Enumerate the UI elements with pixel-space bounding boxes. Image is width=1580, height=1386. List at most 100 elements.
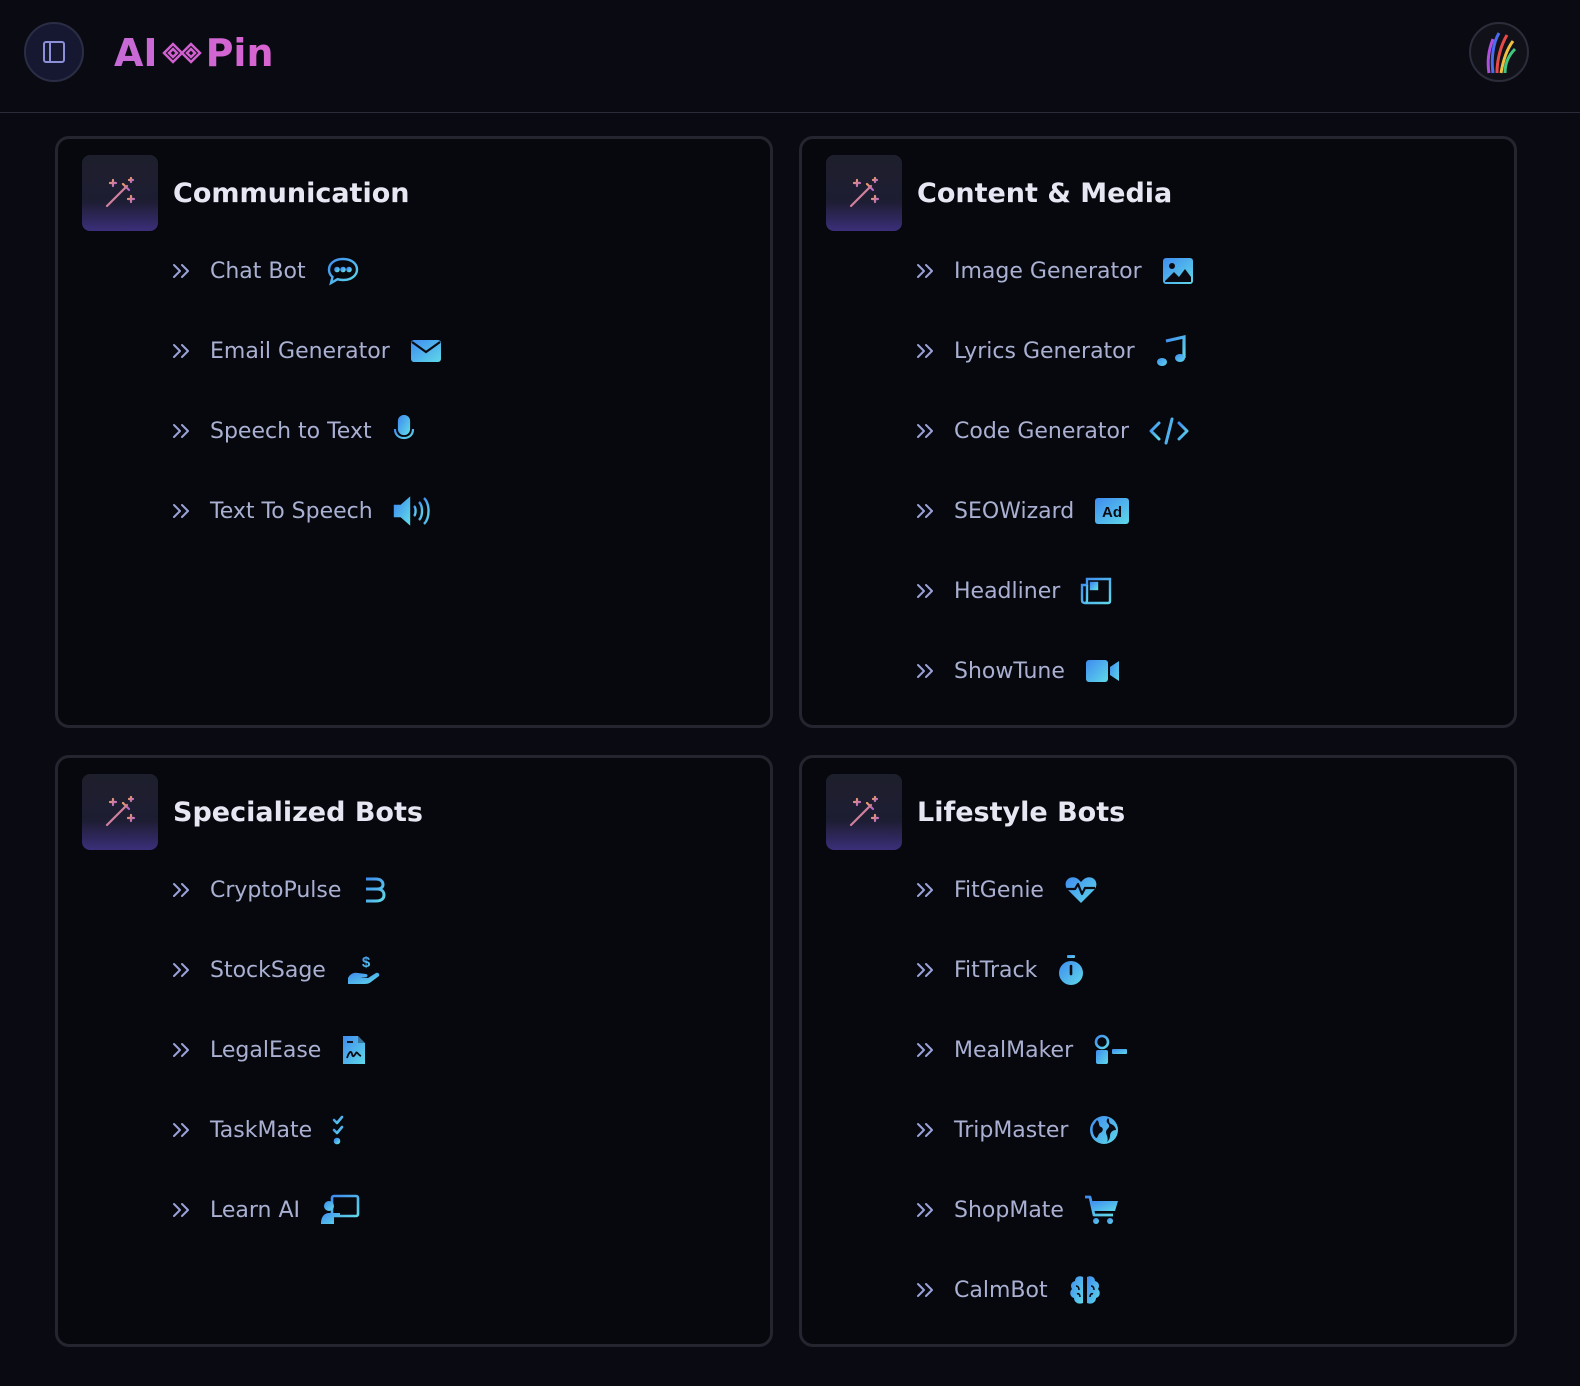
checklist-icon [332,1115,366,1145]
bot-link-taskmate[interactable]: TaskMate [170,1090,730,1170]
newspaper-icon [1080,577,1112,605]
bot-link-calmbot[interactable]: CalmBot [914,1250,1474,1330]
bot-link-shopmate[interactable]: ShopMate [914,1170,1474,1250]
double-chevron-right-icon [914,1279,936,1301]
category-card-lifestyle-bots: Lifestyle Bots FitGenie FitTrack MealMak… [799,755,1517,1347]
magic-wand-icon [826,155,902,231]
contract-icon [341,1034,367,1066]
bot-link-tripmaster[interactable]: TripMaster [914,1090,1474,1170]
double-chevron-right-icon [914,340,936,362]
bot-label: Lyrics Generator [954,338,1135,364]
double-chevron-right-icon [914,500,936,522]
magic-wand-icon [82,155,158,231]
card-header: Lifestyle Bots [826,774,1125,850]
logo-text-right: Pin [205,31,274,75]
double-chevron-right-icon [914,1039,936,1061]
card-title: Content & Media [917,177,1173,209]
teacher-icon [320,1194,360,1226]
bot-label: SEOWizard [954,498,1075,524]
card-header: Content & Media [826,155,1172,231]
double-chevron-right-icon [914,879,936,901]
speaker-icon [393,496,433,526]
bot-label: FitGenie [954,877,1044,903]
sidebar-toggle-button[interactable] [24,22,84,82]
bot-link-cryptopulse[interactable]: CryptoPulse [170,850,730,930]
bot-label: StockSage [210,957,326,983]
bitcoin-icon [361,874,387,906]
double-chevron-right-icon [914,420,936,442]
bot-link-text-to-speech[interactable]: Text To Speech [170,471,730,551]
bot-label: TripMaster [954,1117,1069,1143]
card-item-list: FitGenie FitTrack MealMaker TripMaster S… [914,850,1474,1330]
bot-label: CalmBot [954,1277,1048,1303]
bot-link-fittrack[interactable]: FitTrack [914,930,1474,1010]
bot-label: Chat Bot [210,258,306,284]
bot-label: Speech to Text [210,418,372,444]
brain-icon [1068,1274,1102,1306]
magic-wand-icon [826,774,902,850]
bot-label: Image Generator [954,258,1142,284]
double-chevron-right-icon [914,260,936,282]
double-chevron-right-icon [170,500,192,522]
card-title: Specialized Bots [173,796,423,828]
bot-label: Email Generator [210,338,390,364]
bot-link-headliner[interactable]: Headliner [914,551,1474,631]
bot-link-legalease[interactable]: LegalEase [170,1010,730,1090]
bot-label: ShopMate [954,1197,1064,1223]
double-chevron-right-icon [170,959,192,981]
bot-link-image-generator[interactable]: Image Generator [914,231,1474,311]
double-chevron-right-icon [914,660,936,682]
user-avatar[interactable] [1469,22,1529,82]
app-logo[interactable]: AI Pin [114,28,274,78]
music-note-icon [1155,335,1187,367]
sidebar-panel-icon [42,40,66,64]
card-item-list: Chat Bot Email Generator Speech to Text [170,231,730,551]
video-camera-icon [1085,658,1121,684]
cart-icon [1084,1194,1120,1226]
double-chevron-right-icon [170,1199,192,1221]
bot-label: ShowTune [954,658,1065,684]
bot-label: CryptoPulse [210,877,342,903]
hand-dollar-icon: $ [346,954,382,986]
bot-link-showtune[interactable]: ShowTune [914,631,1474,711]
bot-link-stocksage[interactable]: StockSage $ [170,930,730,1010]
bot-link-code-generator[interactable]: Code Generator [914,391,1474,471]
globe-icon [1088,1114,1120,1146]
double-chevron-right-icon [170,260,192,282]
card-header: Specialized Bots [82,774,423,850]
double-chevron-right-icon [170,1039,192,1061]
category-card-communication: Communication Chat Bot Email Generator S… [55,136,773,728]
card-item-list: Image Generator Lyrics Generator Code Ge… [914,231,1474,711]
infinity-diamond-icon [161,40,202,66]
double-chevron-right-icon [170,1119,192,1141]
double-chevron-right-icon [914,1199,936,1221]
code-icon [1149,416,1189,446]
bot-label: Headliner [954,578,1061,604]
card-header: Communication [82,155,410,231]
double-chevron-right-icon [914,1119,936,1141]
bot-link-fitgenie[interactable]: FitGenie [914,850,1474,930]
bot-label: Code Generator [954,418,1130,444]
bot-label: Learn AI [210,1197,301,1223]
logo-text-left: AI [114,31,158,75]
top-bar: AI Pin [0,0,1580,113]
bot-label: MealMaker [954,1037,1074,1063]
heart-pulse-icon [1064,875,1098,905]
stopwatch-icon [1057,954,1085,986]
bot-link-mealmaker[interactable]: MealMaker [914,1010,1474,1090]
double-chevron-right-icon [914,959,936,981]
bot-link-learn-ai[interactable]: Learn AI [170,1170,730,1250]
category-card-content-and-media: Content & Media Image Generator Lyrics G… [799,136,1517,728]
card-item-list: CryptoPulse StockSage $ LegalEase TaskMa… [170,850,730,1250]
bot-link-email-generator[interactable]: Email Generator [170,311,730,391]
bot-label: Text To Speech [210,498,373,524]
bot-link-chat-bot[interactable]: Chat Bot [170,231,730,311]
envelope-icon [410,339,442,363]
recipe-icon [1093,1034,1129,1066]
bot-link-seowizard[interactable]: SEOWizard Ad [914,471,1474,551]
card-title: Communication [173,177,410,209]
bot-link-lyrics-generator[interactable]: Lyrics Generator [914,311,1474,391]
bot-label: TaskMate [210,1117,313,1143]
bot-link-speech-to-text[interactable]: Speech to Text [170,391,730,471]
magic-wand-icon [82,774,158,850]
